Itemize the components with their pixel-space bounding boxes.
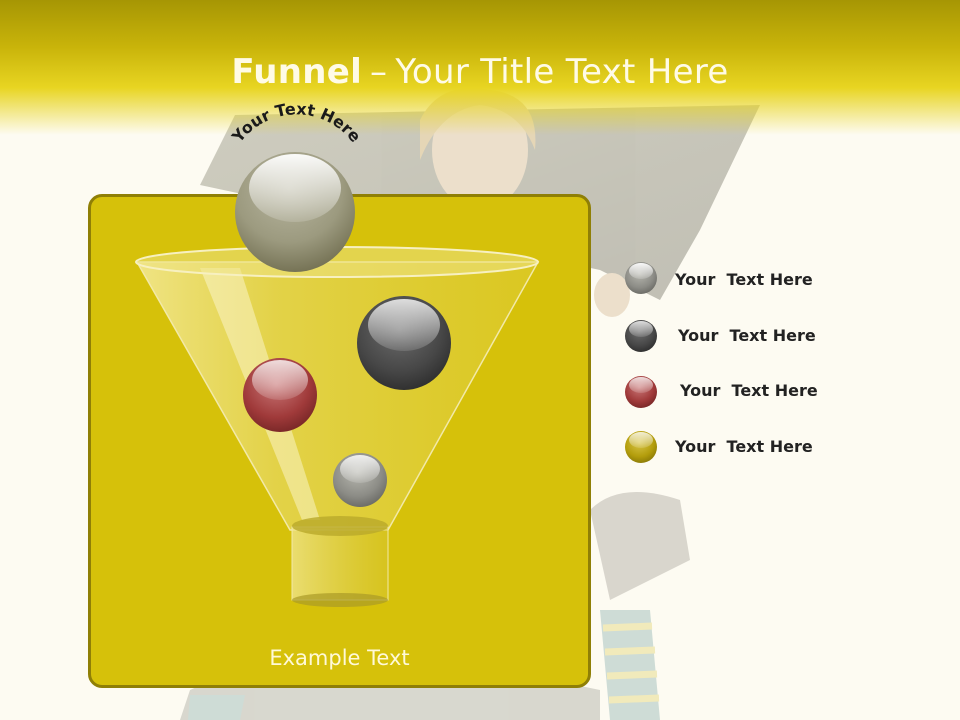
funnel-cup xyxy=(291,526,389,601)
cup-top xyxy=(292,516,388,536)
slide: Funnel – Your Title Text Here Your Text … xyxy=(0,0,960,720)
dark-ball xyxy=(357,296,451,390)
legend-item-1: Your Text Here xyxy=(622,262,862,298)
funnel-diagram: Your Text Here xyxy=(135,99,657,607)
legend-item-3: Your Text Here xyxy=(627,373,867,409)
legend-label: Your Text Here xyxy=(675,270,813,289)
arc-label-text: Your Text Here xyxy=(227,99,364,146)
legend-label: Your Text Here xyxy=(678,326,816,345)
legend-item-2: Your Text Here xyxy=(625,318,865,354)
example-text: Example Text xyxy=(269,646,410,670)
legend-label: Your Text Here xyxy=(675,437,813,456)
legend-label: Your Text Here xyxy=(680,381,818,400)
legend-item-4: Your Text Here xyxy=(622,429,862,465)
arc-label: Your Text Here xyxy=(227,99,364,146)
big-ball xyxy=(235,152,355,272)
cup-bottom xyxy=(292,593,388,607)
gray-ball xyxy=(333,453,387,507)
red-ball xyxy=(243,358,317,432)
